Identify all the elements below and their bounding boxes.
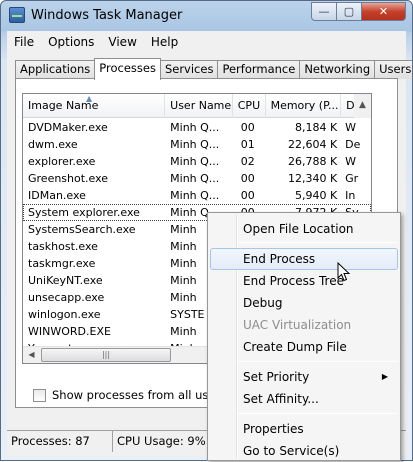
process-description: W	[345, 121, 357, 134]
submenu-arrow-icon: ▶	[381, 372, 388, 381]
context-menu: Open File Location End Process End Proce…	[207, 212, 401, 461]
menu-create-dump-file[interactable]: Create Dump File	[210, 336, 398, 358]
scroll-left-arrow-icon[interactable]: ◀	[23, 347, 40, 363]
process-name: DVDMaker.exe	[28, 121, 108, 134]
process-name: IDMan.exe	[28, 189, 86, 202]
menu-go-to-services[interactable]: Go to Service(s)	[210, 440, 398, 462]
process-cpu: 01	[240, 138, 255, 151]
menu-view[interactable]: View	[101, 35, 143, 49]
mouse-pointer-icon	[337, 262, 351, 282]
tab-processes[interactable]: Processes	[94, 58, 161, 80]
menu-properties[interactable]: Properties	[210, 418, 398, 440]
column-cpu[interactable]: CPU	[233, 94, 266, 118]
process-name: taskmgr.exe	[28, 257, 96, 270]
process-name: WINWORD.EXE	[28, 325, 111, 338]
scrollbar-thumb[interactable]: |||	[41, 348, 171, 362]
title-bar[interactable]: Windows Task Manager — ▢ ✕	[1, 1, 412, 31]
process-row[interactable]: explorer.exe Minh Q... 02 26,788 K W	[23, 153, 371, 170]
process-name: Greenshot.exe	[28, 172, 109, 185]
process-name: winlogon.exe	[28, 308, 101, 321]
menu-debug[interactable]: Debug	[210, 292, 398, 314]
process-cpu: 02	[240, 155, 255, 168]
process-memory: 26,788 K	[287, 155, 338, 168]
column-user-name[interactable]: User Name	[165, 94, 233, 118]
menu-options[interactable]: Options	[41, 35, 101, 49]
process-cpu: 00	[240, 172, 255, 185]
task-manager-icon	[9, 7, 25, 23]
column-memory[interactable]: Memory (P...	[266, 94, 342, 118]
process-cpu: 00	[240, 189, 255, 202]
process-name: dwm.exe	[28, 138, 78, 151]
process-user: Minh Q...	[170, 155, 220, 168]
process-name: explorer.exe	[28, 155, 96, 168]
menu-separator	[238, 413, 398, 414]
menu-set-priority[interactable]: Set Priority ▶	[210, 366, 398, 388]
process-name: System explorer.exe	[28, 206, 140, 219]
process-memory: 5,940 K	[294, 189, 338, 202]
show-all-users-row: Show processes from all users	[33, 388, 226, 402]
process-user: Minh Q...	[170, 189, 220, 202]
process-description: In	[345, 189, 356, 202]
menu-set-affinity[interactable]: Set Affinity...	[210, 388, 398, 410]
column-image-name[interactable]: ▲ Image Name	[23, 94, 166, 118]
process-name: unsecapp.exe	[28, 291, 105, 304]
menu-set-priority-label: Set Priority	[243, 370, 310, 384]
window-title: Windows Task Manager	[31, 8, 183, 23]
process-memory: 8,184 K	[294, 121, 338, 134]
process-name: SystemsSearch.exe	[28, 223, 136, 236]
menu-uac-virtualization: UAC Virtualization	[243, 318, 352, 332]
tab-networking[interactable]: Networking	[299, 60, 376, 79]
process-user: Minh Q...	[170, 138, 220, 151]
process-row[interactable]: DVDMaker.exe Minh Q... 00 8,184 K W	[23, 119, 371, 136]
maximize-button[interactable]: ▢	[337, 2, 362, 21]
menu-separator	[238, 361, 398, 362]
process-cpu: 00	[240, 121, 255, 134]
menu-end-process-tree[interactable]: End Process Tree	[210, 270, 398, 292]
process-row[interactable]: dwm.exe Minh Q... 01 22,604 K De	[23, 136, 371, 153]
list-header: ▲ Image Name User Name CPU Memory (P... …	[23, 94, 371, 118]
tab-users[interactable]: Users	[374, 60, 412, 79]
process-description: Gr	[345, 172, 359, 185]
process-name: taskhost.exe	[28, 240, 98, 253]
tab-services[interactable]: Services	[159, 60, 219, 79]
process-description: De	[345, 138, 361, 151]
status-process-count: Processes: 87	[7, 431, 113, 452]
show-all-users-checkbox[interactable]	[33, 388, 46, 402]
process-user: Minh Q...	[170, 172, 220, 185]
sort-ascending-icon: ▲	[86, 94, 93, 103]
process-memory: 22,604 K	[287, 138, 338, 151]
process-name: UniKeyNT.exe	[28, 274, 103, 287]
menu-bar: File Options View Help	[7, 31, 406, 53]
minimize-button[interactable]: —	[311, 2, 337, 21]
process-description: W	[345, 155, 357, 168]
menu-open-file-location[interactable]: Open File Location	[210, 218, 398, 240]
menu-end-process[interactable]: End Process	[210, 248, 398, 270]
process-memory: 12,340 K	[287, 172, 338, 185]
close-button[interactable]: ✕	[362, 2, 406, 21]
process-row[interactable]: Greenshot.exe Minh Q... 00 12,340 K Gr	[23, 170, 371, 187]
scroll-up-arrow-icon[interactable]: ▲	[354, 94, 371, 118]
tab-performance[interactable]: Performance	[217, 60, 301, 79]
process-row[interactable]: IDMan.exe Minh Q... 00 5,940 K In	[23, 187, 371, 204]
tab-applications[interactable]: Applications	[15, 60, 96, 79]
menu-help[interactable]: Help	[144, 35, 185, 49]
show-all-users-label[interactable]: Show processes from all users	[52, 388, 226, 402]
menu-separator	[238, 242, 398, 243]
menu-file[interactable]: File	[7, 35, 41, 49]
process-user: Minh Q...	[170, 121, 220, 134]
tab-strip: Applications Processes Services Performa…	[15, 58, 412, 80]
